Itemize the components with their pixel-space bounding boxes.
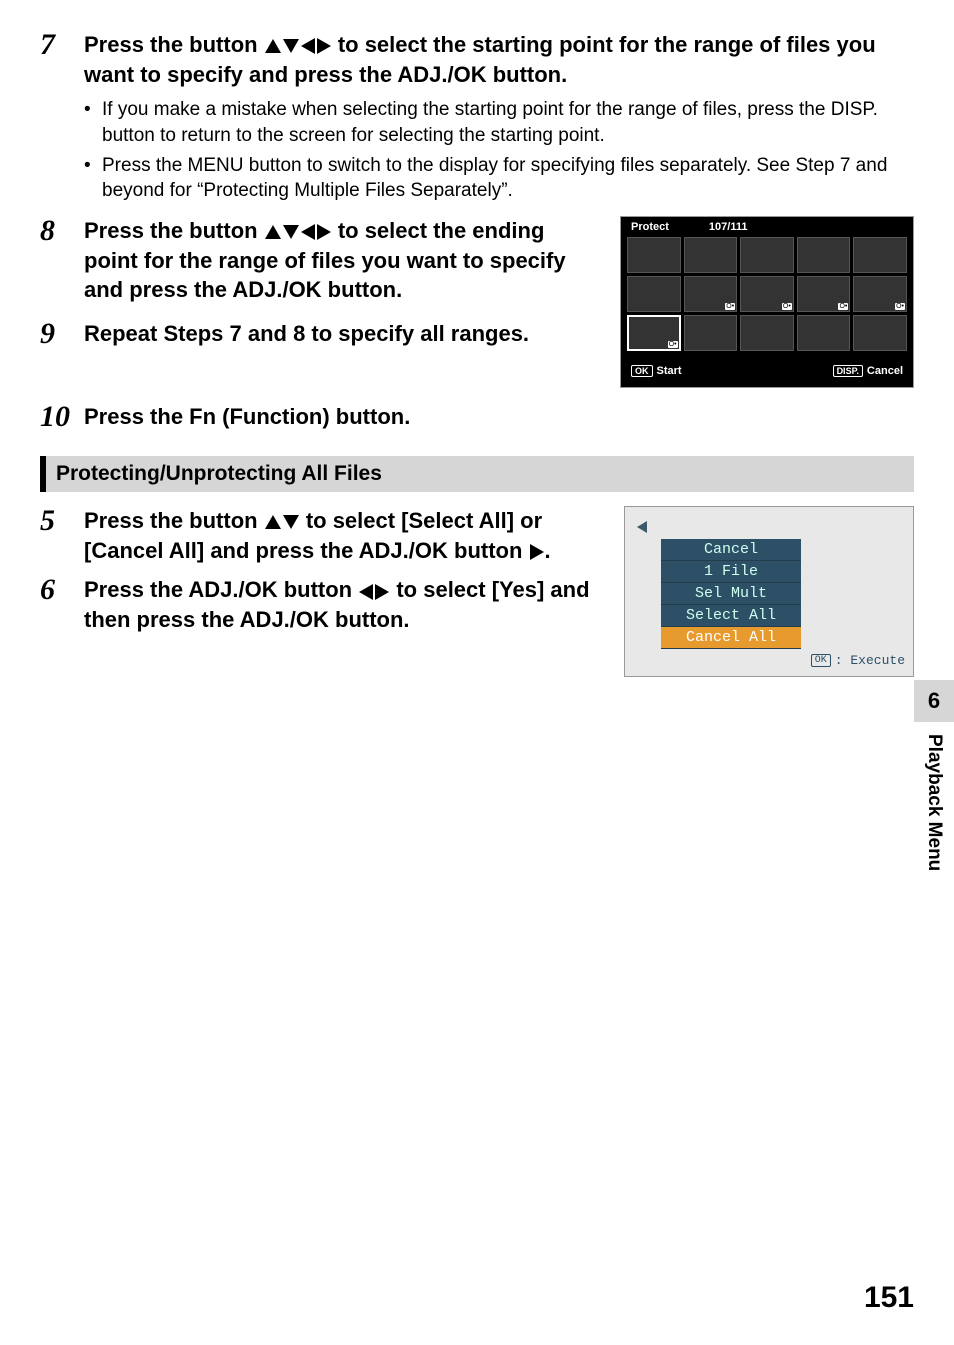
- menu-screen: Cancel1 FileSel MultSelect AllCancel All…: [624, 506, 914, 677]
- thumbnail: O•: [797, 276, 851, 312]
- left-icon: [301, 38, 315, 54]
- right-icon: [375, 584, 389, 600]
- step-number: 5: [40, 506, 84, 536]
- note: If you make a mistake when selecting the…: [84, 97, 914, 148]
- step-10: 10 Press the Fn (Function) button.: [40, 402, 914, 432]
- step-7-heading: Press the button to select the starting …: [84, 30, 914, 89]
- text: Press the button: [84, 508, 264, 533]
- menu-item: Select All: [661, 605, 801, 627]
- step-10-heading: Press the Fn (Function) button.: [84, 402, 914, 432]
- screen-title: Protect: [631, 221, 669, 233]
- thumbnail: O•: [627, 315, 681, 351]
- step-number: 10: [40, 402, 84, 432]
- thumbnail: [797, 237, 851, 273]
- counter: 107/111: [709, 221, 748, 233]
- page-number: 151: [864, 1281, 914, 1315]
- step-6: 6 Press the ADJ./OK button to select [Ye…: [40, 575, 606, 634]
- step-5: 5 Press the button to select [Select All…: [40, 506, 606, 565]
- step-8-heading: Press the button to select the ending po…: [84, 216, 602, 305]
- step-8: 8 Press the button to select the ending …: [40, 216, 602, 305]
- step-6-heading: Press the ADJ./OK button to select [Yes]…: [84, 575, 606, 634]
- start-hint: OK Start: [631, 365, 682, 377]
- down-icon: [283, 39, 299, 53]
- up-icon: [265, 39, 281, 53]
- menu-item: 1 File: [661, 561, 801, 583]
- thumbnail: [797, 315, 851, 351]
- right-icon: [317, 38, 331, 54]
- down-icon: [283, 515, 299, 529]
- menu-item: Cancel All: [661, 627, 801, 649]
- disp-icon: DISP.: [833, 365, 863, 377]
- step-9: 9 Repeat Steps 7 and 8 to specify all ra…: [40, 319, 602, 349]
- right-icon: [317, 224, 331, 240]
- step-number: 9: [40, 319, 84, 349]
- thumbnail: [627, 276, 681, 312]
- note: Press the MENU button to switch to the d…: [84, 153, 914, 204]
- thumbnail: [684, 315, 738, 351]
- protect-screen: Protect 107/111 O• O• O• O• O• OK Start DISP.…: [620, 216, 914, 388]
- step-7-notes: If you make a mistake when selecting the…: [84, 97, 914, 204]
- protect-icon: O•: [668, 341, 678, 348]
- thumbnail: O•: [740, 276, 794, 312]
- menu-list: Cancel1 FileSel MultSelect AllCancel All: [661, 539, 801, 649]
- up-icon: [265, 515, 281, 529]
- ok-icon: OK: [811, 654, 831, 667]
- text: Press the button: [84, 218, 264, 243]
- thumbnail: [627, 237, 681, 273]
- down-icon: [283, 225, 299, 239]
- step-number: 7: [40, 30, 84, 60]
- text: Press the ADJ./OK button: [84, 577, 358, 602]
- text: .: [545, 538, 551, 563]
- thumbnail: [853, 315, 907, 351]
- protect-icon: O•: [782, 303, 792, 310]
- left-arrow-icon: [637, 521, 647, 533]
- execute-hint: OK : Execute: [633, 653, 905, 668]
- text: Press the button: [84, 32, 264, 57]
- thumbnail: [740, 315, 794, 351]
- protect-icon: O•: [838, 303, 848, 310]
- thumbnail: O•: [853, 276, 907, 312]
- label: Cancel: [867, 365, 903, 377]
- thumbnail: O•: [684, 276, 738, 312]
- menu-item: Cancel: [661, 539, 801, 561]
- menu-item: Sel Mult: [661, 583, 801, 605]
- cancel-hint: DISP. Cancel: [833, 365, 903, 377]
- chapter-number: 6: [914, 680, 954, 722]
- left-icon: [359, 584, 373, 600]
- thumbnail: [740, 237, 794, 273]
- step-number: 6: [40, 575, 84, 605]
- step-number: 8: [40, 216, 84, 246]
- step-9-heading: Repeat Steps 7 and 8 to specify all rang…: [84, 319, 602, 349]
- thumbnail: [684, 237, 738, 273]
- section-heading: Protecting/Unprotecting All Files: [40, 456, 914, 492]
- up-icon: [265, 225, 281, 239]
- chapter-tab: 6 Playback Menu: [914, 680, 954, 883]
- step-5-heading: Press the button to select [Select All] …: [84, 506, 606, 565]
- thumbnail: [853, 237, 907, 273]
- protect-icon: O•: [895, 303, 905, 310]
- protect-icon: O•: [725, 303, 735, 310]
- chapter-label: Playback Menu: [915, 722, 953, 883]
- ok-icon: OK: [631, 365, 653, 377]
- right-icon: [530, 544, 544, 560]
- label: : Execute: [835, 653, 905, 668]
- label: Start: [657, 365, 682, 377]
- left-icon: [301, 224, 315, 240]
- step-7: 7 Press the button to select the startin…: [40, 30, 914, 216]
